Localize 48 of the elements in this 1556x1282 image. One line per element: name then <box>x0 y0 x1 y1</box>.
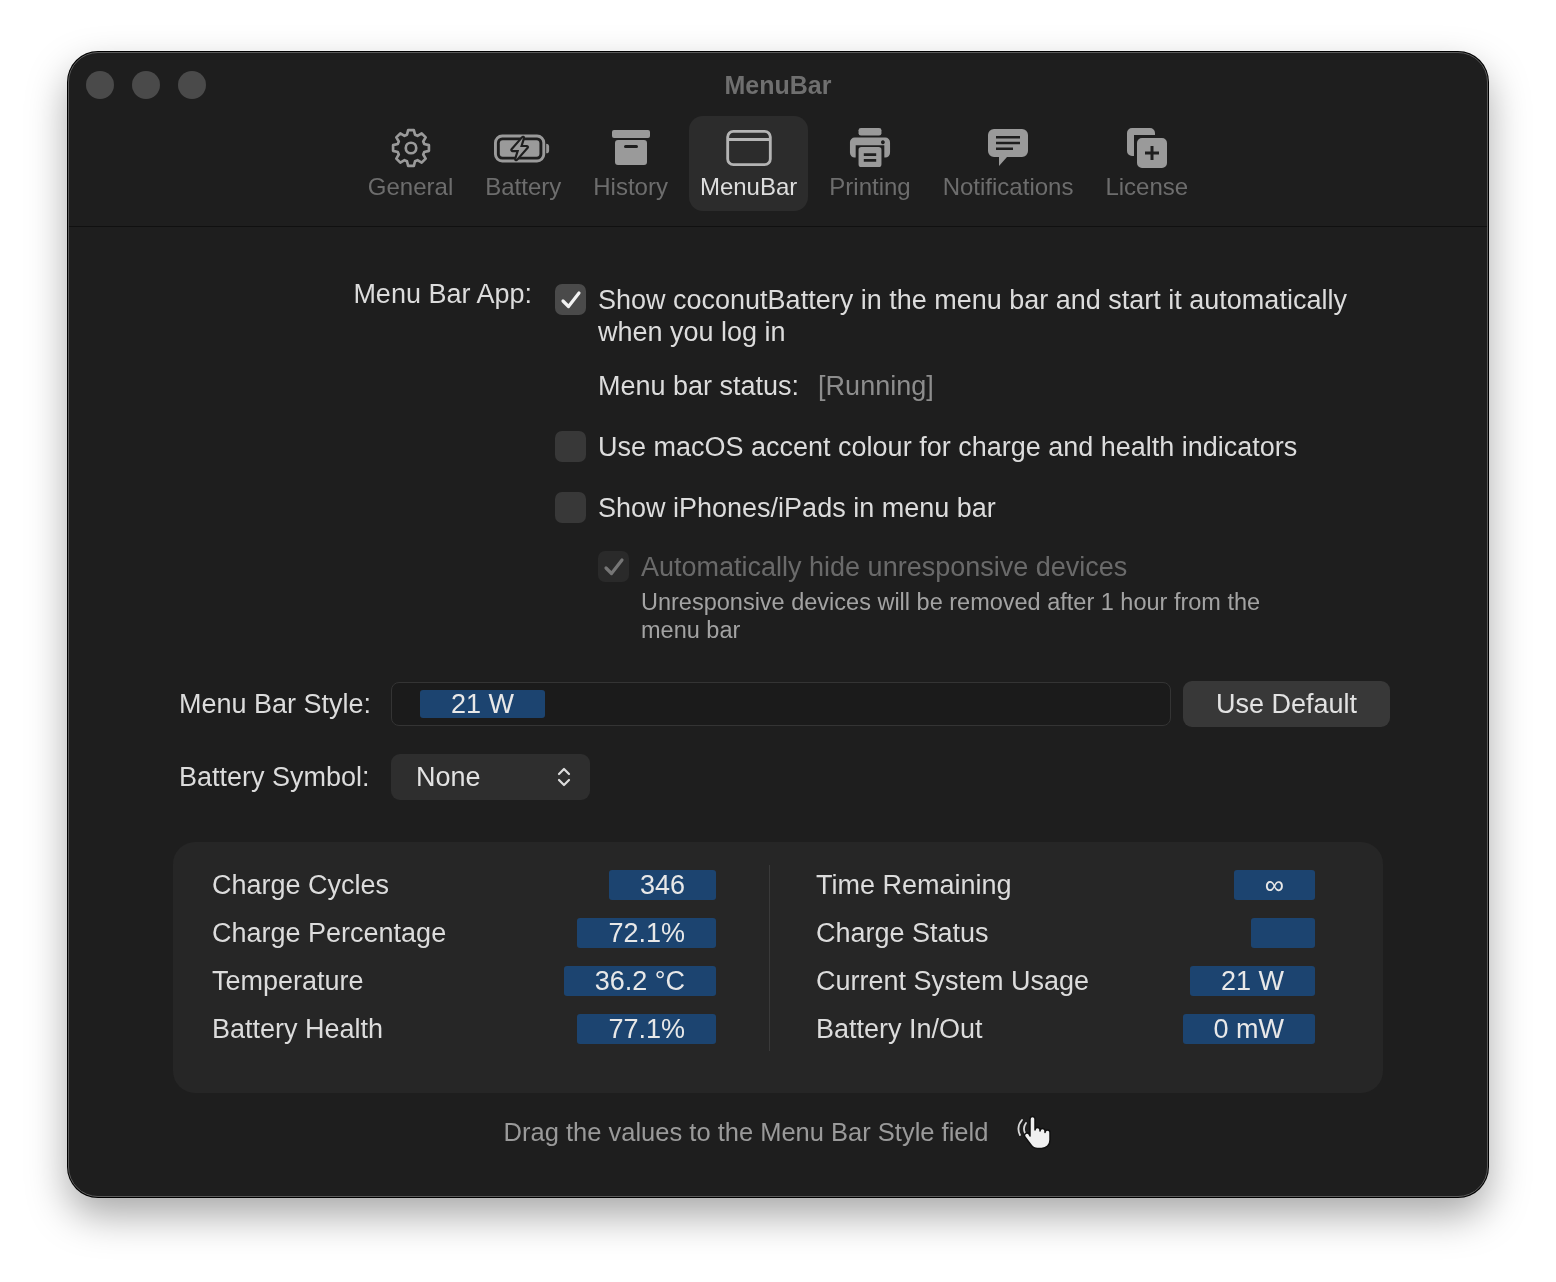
checkmark-icon <box>602 556 625 577</box>
field-label: Battery Symbol: <box>179 761 371 793</box>
value-token[interactable]: 72.1% <box>577 918 716 948</box>
up-down-chevron-icon <box>557 766 571 788</box>
toolbar-tab[interactable]: MenuBar <box>688 116 809 211</box>
value-token[interactable] <box>1251 918 1315 948</box>
value-token[interactable]: 21 W <box>420 690 546 718</box>
value-token[interactable]: 21 W <box>1189 966 1315 996</box>
use-default-button[interactable]: Use Default <box>1183 681 1390 727</box>
value-label: Temperature <box>212 965 364 997</box>
value-label: Battery In/Out <box>816 1013 983 1045</box>
checkbox-label: Use macOS accent colour for charge and health indicators <box>598 431 1298 463</box>
printer-icon <box>848 127 892 169</box>
menu-bar-style-field[interactable]: 21 W <box>391 682 1171 726</box>
field-label: Menu Bar Style: <box>179 688 373 720</box>
checkbox[interactable] <box>555 284 586 315</box>
checkbox-label: Automatically hide unresponsive devices <box>641 551 1129 583</box>
checkbox[interactable] <box>555 492 586 523</box>
value-token[interactable]: 77.1% <box>577 1014 716 1044</box>
value-label: Battery Health <box>212 1013 384 1045</box>
value-label: Current System Usage <box>816 965 1090 997</box>
window-icon <box>725 130 772 166</box>
minimize-button[interactable] <box>132 70 160 99</box>
value-label: Time Remaining <box>816 869 1012 901</box>
value-label: Charge Status <box>816 917 989 949</box>
gear-icon <box>389 127 432 169</box>
battery-symbol-popup[interactable]: None <box>391 754 590 800</box>
archive-box-icon <box>610 128 651 168</box>
zoom-button[interactable] <box>178 70 206 99</box>
help-text: Unresponsive devices will be removed after 1 hour from the menu bar <box>641 588 1262 644</box>
value-token[interactable]: ∞ <box>1233 870 1315 900</box>
checkmark-icon <box>559 289 582 310</box>
hint-text: Drag the values to the Menu Bar Style field <box>503 1117 989 1147</box>
checkbox[interactable] <box>555 431 586 462</box>
field-label: Menu Bar App: <box>352 278 532 310</box>
value-label: Charge Cycles <box>212 869 390 901</box>
value-label: Charge Percentage <box>212 917 447 949</box>
hand-cursor-icon <box>1014 1114 1053 1150</box>
value-token[interactable]: 0 mW <box>1182 1014 1315 1044</box>
value-token[interactable]: 346 <box>608 870 716 900</box>
checkbox-label: Show iPhones/iPads in menu bar <box>598 492 996 524</box>
window-title: MenuBar <box>724 69 832 100</box>
checkbox-label: Show coconutBattery in the menu bar and start it automatically when you log in <box>598 284 1348 348</box>
close-button[interactable] <box>86 70 114 99</box>
status-label: Menu bar status: <box>598 370 800 402</box>
value-token[interactable]: 36.2 °C <box>563 966 716 996</box>
status-value: [Running] <box>818 370 934 402</box>
stacked-squares-plus-icon <box>1124 126 1169 170</box>
